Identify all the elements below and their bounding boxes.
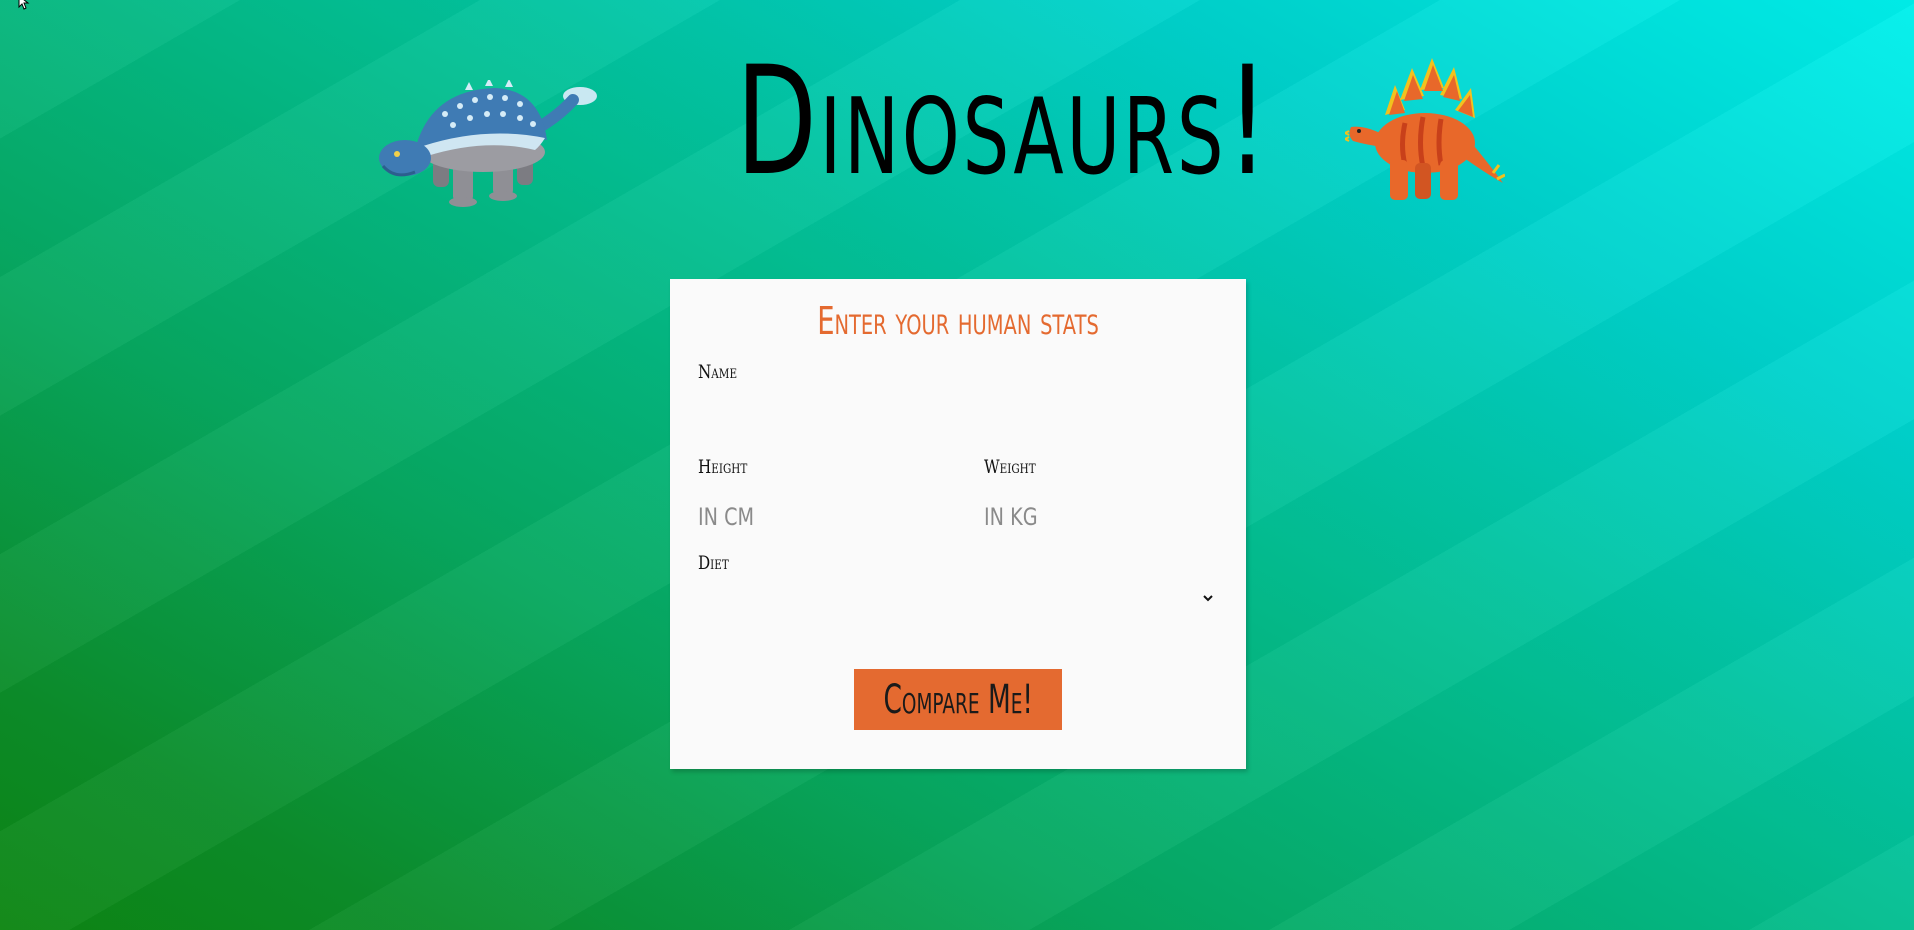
page-title: Dinosaurs! xyxy=(736,35,1272,209)
diet-label: Diet xyxy=(698,552,729,574)
height-input[interactable] xyxy=(698,500,898,534)
compare-button-label: Compare Me! xyxy=(883,676,1033,723)
ankylosaurus-icon xyxy=(379,80,597,207)
diet-select[interactable] xyxy=(698,587,1218,615)
height-label: Height xyxy=(698,456,748,478)
human-stats-form: Enter your human stats Name Height Weigh… xyxy=(670,279,1246,769)
form-heading: Enter your human stats xyxy=(817,299,1099,343)
name-input[interactable] xyxy=(698,395,1218,427)
name-label: Name xyxy=(698,361,738,383)
chevron-down-icon xyxy=(1203,595,1213,602)
weight-label: Weight xyxy=(984,456,1036,478)
weight-input[interactable] xyxy=(984,500,1184,534)
page-header: Dinosaurs! xyxy=(0,0,1914,250)
compare-button[interactable]: Compare Me! xyxy=(854,669,1062,730)
stegosaurus-icon xyxy=(1345,58,1505,200)
